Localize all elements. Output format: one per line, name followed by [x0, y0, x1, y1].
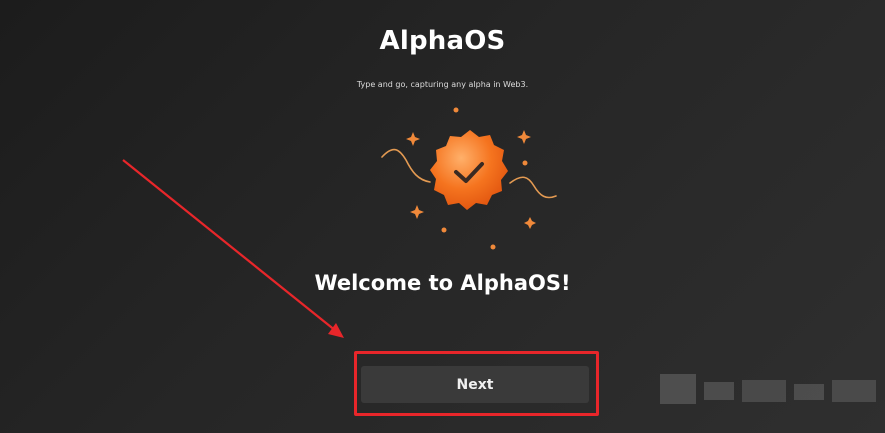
left-squiggle-icon [381, 148, 431, 183]
welcome-heading: Welcome to AlphaOS! [314, 271, 571, 295]
blurred-watermark [660, 368, 880, 410]
next-button[interactable]: Next [361, 366, 589, 403]
verified-badge-icon [430, 130, 508, 210]
right-squiggle-icon [509, 176, 557, 199]
tagline: Type and go, capturing any alpha in Web3… [356, 80, 529, 89]
verified-badge-illustration [381, 107, 557, 250]
app-title: AlphaOS [379, 26, 506, 56]
